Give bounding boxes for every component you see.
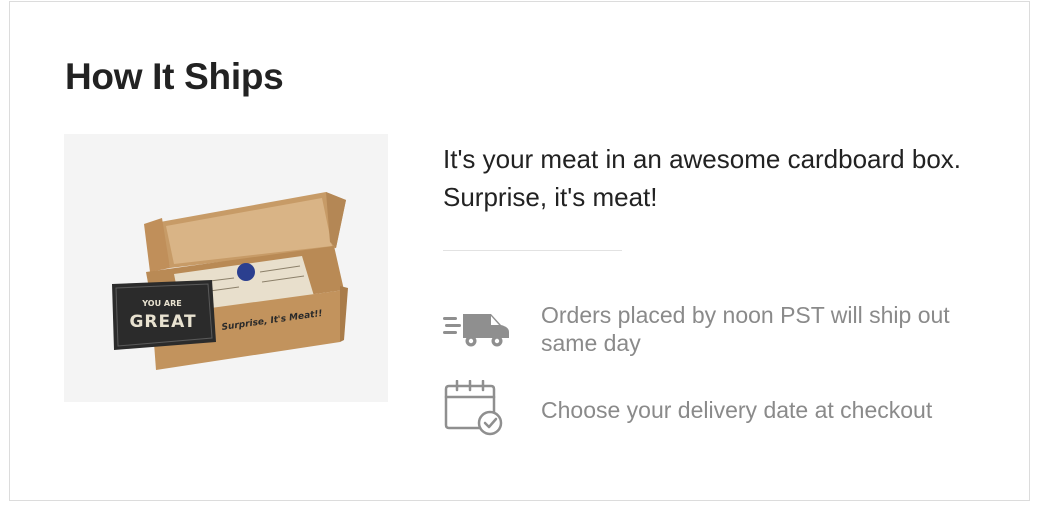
card-small-text: YOU ARE — [141, 299, 181, 308]
shipping-box-photo: Surprise, It's Meat!! YOU ARE GREAT — [64, 134, 388, 402]
divider — [443, 250, 622, 251]
feature-text-delivery-date: Choose your delivery date at checkout — [541, 397, 933, 423]
delivery-truck-icon — [443, 310, 511, 355]
section-title: How It Ships — [65, 56, 284, 97]
shipping-description: It's your meat in an awesome cardboard b… — [443, 144, 962, 212]
feature-text-shipping: Orders placed by noon PST will ship out … — [541, 302, 950, 356]
calendar-check-icon — [443, 379, 505, 441]
card-big-text: GREAT — [129, 312, 196, 332]
